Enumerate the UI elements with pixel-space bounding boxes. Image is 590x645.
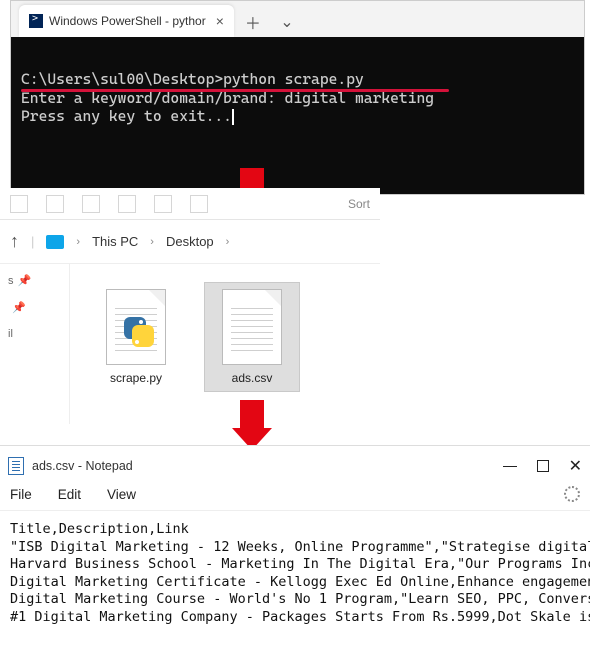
powershell-icon bbox=[29, 14, 43, 28]
menu-edit[interactable]: Edit bbox=[58, 487, 81, 502]
toolbar-icon[interactable] bbox=[46, 195, 64, 213]
terminal-new-tab-button[interactable]: ＋ bbox=[238, 7, 268, 37]
explorer-toolbar: Sort bbox=[0, 188, 380, 220]
terminal-tab-strip: Windows PowerShell - pythor × ＋ ⌄ bbox=[11, 1, 584, 37]
toolbar-icon[interactable] bbox=[10, 195, 28, 213]
terminal-cursor bbox=[232, 109, 234, 126]
file-label: scrape.py bbox=[93, 371, 179, 385]
terminal-line-3: Press any key to exit... bbox=[21, 107, 232, 125]
breadcrumb-separator-icon: › bbox=[150, 236, 154, 248]
terminal-body[interactable]: C:\Users\sul00\Desktop>python scrape.py … bbox=[11, 37, 584, 194]
menu-file[interactable]: File bbox=[10, 487, 32, 502]
toolbar-icon[interactable] bbox=[190, 195, 208, 213]
breadcrumb-separator-icon: › bbox=[226, 236, 230, 248]
explorer-address-bar[interactable]: ↑ | › This PC › Desktop › bbox=[0, 220, 380, 264]
menu-view[interactable]: View bbox=[107, 487, 136, 502]
breadcrumb-desktop[interactable]: Desktop bbox=[166, 234, 214, 249]
text-file-icon bbox=[222, 289, 282, 365]
toolbar-icon[interactable] bbox=[118, 195, 136, 213]
notepad-window: ads.csv - Notepad ✕ File Edit View Title… bbox=[0, 445, 590, 636]
nav-up-icon[interactable]: ↑ bbox=[10, 231, 19, 252]
pin-icon: 📌 bbox=[18, 274, 32, 287]
file-ads-csv[interactable]: ads.csv bbox=[204, 282, 300, 392]
annotation-underline bbox=[21, 89, 449, 92]
sidebar-item[interactable]: s📌 bbox=[8, 274, 61, 287]
pin-icon: 📌 bbox=[12, 301, 26, 314]
toolbar-icon[interactable] bbox=[82, 195, 100, 213]
notepad-titlebar: ads.csv - Notepad ✕ bbox=[0, 446, 590, 486]
python-file-icon bbox=[106, 289, 166, 365]
minimize-icon[interactable] bbox=[503, 466, 517, 467]
toolbar-sort-label[interactable]: Sort bbox=[348, 197, 370, 211]
terminal-window: Windows PowerShell - pythor × ＋ ⌄ C:\Use… bbox=[10, 0, 585, 195]
close-icon[interactable]: ✕ bbox=[569, 456, 582, 476]
notepad-text-area[interactable]: Title,Description,Link "ISB Digital Mark… bbox=[0, 510, 590, 636]
annotation-arrow-2 bbox=[232, 400, 272, 450]
maximize-icon[interactable] bbox=[537, 460, 549, 472]
terminal-tab-dropdown-icon[interactable]: ⌄ bbox=[272, 7, 302, 37]
explorer-file-pane[interactable]: scrape.py ads.csv bbox=[70, 264, 380, 424]
sidebar-item[interactable]: 📌 bbox=[8, 301, 61, 314]
toolbar-icon[interactable] bbox=[154, 195, 172, 213]
breadcrumb-this-pc[interactable]: This PC bbox=[92, 234, 138, 249]
breadcrumb-separator-icon: › bbox=[76, 236, 80, 248]
notepad-title: ads.csv - Notepad bbox=[32, 459, 133, 473]
explorer-window: Sort ↑ | › This PC › Desktop › s📌 📌 il s… bbox=[0, 188, 380, 424]
sidebar-item[interactable]: il bbox=[8, 328, 61, 340]
notepad-app-icon bbox=[8, 457, 24, 475]
settings-gear-icon[interactable] bbox=[564, 486, 580, 502]
file-scrape-py[interactable]: scrape.py bbox=[88, 282, 184, 392]
terminal-tab-title: Windows PowerShell - pythor bbox=[49, 14, 206, 28]
terminal-tab-active[interactable]: Windows PowerShell - pythor × bbox=[19, 5, 234, 37]
this-pc-icon bbox=[46, 235, 64, 249]
terminal-line-1: C:\Users\sul00\Desktop>python scrape.py bbox=[21, 70, 364, 88]
notepad-menubar: File Edit View bbox=[0, 486, 590, 510]
explorer-sidebar: s📌 📌 il bbox=[0, 264, 70, 424]
file-label: ads.csv bbox=[209, 371, 295, 385]
close-tab-icon[interactable]: × bbox=[216, 13, 224, 29]
